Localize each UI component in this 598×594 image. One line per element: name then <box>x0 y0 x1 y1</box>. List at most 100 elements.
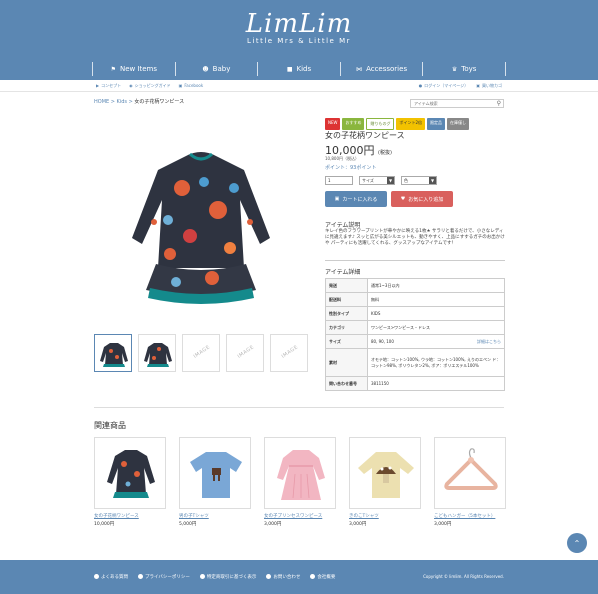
tag-icon: ⚑ <box>110 65 116 73</box>
table-row: 配送料 無料 <box>325 292 505 307</box>
gnav-label: Accessories <box>366 65 408 73</box>
size-select[interactable]: サイズ ▼ <box>359 176 395 185</box>
divider <box>325 260 505 261</box>
chevron-down-icon: ▼ <box>429 177 436 184</box>
cart-icon: ▣ <box>334 196 340 202</box>
user-icon: ● <box>418 83 423 88</box>
gnav-new-items[interactable]: ⚑ New Items <box>92 62 175 76</box>
related-name[interactable]: こどもハンガー（5本セット） <box>434 513 506 519</box>
size-detail-link[interactable]: 詳細はこちら <box>477 339 501 345</box>
footer-nav: よくある質問 プライバシーポリシー 特定商取引に基づく表示 お問い合わせ 会社概… <box>94 574 335 580</box>
search-input[interactable] <box>411 100 491 107</box>
main-product-image[interactable] <box>94 118 308 330</box>
site-logo[interactable]: LimLim Little Mrs & Little Mr <box>0 10 598 45</box>
badge-recommended: おすすめ <box>342 118 365 130</box>
related-price: 3,000円 <box>264 522 282 527</box>
footer-link-company[interactable]: 会社概要 <box>310 574 335 580</box>
related-name[interactable]: 女の子花柄ワンピース <box>94 513 166 519</box>
related-price: 3,000円 <box>434 522 452 527</box>
gnav-baby[interactable]: ☻ Baby <box>174 62 258 76</box>
bullet-icon <box>310 574 316 579</box>
related-item[interactable]: 女の子プリンセスワンピース 3,000円 <box>264 437 336 527</box>
footer-link-privacy[interactable]: プライバシーポリシー <box>138 574 190 580</box>
item-search: ⚲ <box>410 99 504 108</box>
badge-gift: 贈りものグ <box>366 118 395 130</box>
footer-link-legal[interactable]: 特定商取引に基づく表示 <box>199 574 256 580</box>
login-link[interactable]: ● ログイン（マイページ） <box>419 83 468 89</box>
related-item[interactable]: 男の子Tシャツ 5,000円 <box>179 437 251 527</box>
hanger-image <box>444 448 498 490</box>
related-image[interactable] <box>264 437 336 509</box>
tax-label: (税抜) <box>378 150 392 156</box>
add-to-cart-button[interactable]: ▣ カートに入れる <box>325 191 387 207</box>
quantity-input[interactable]: 1 <box>325 176 353 185</box>
related-image[interactable] <box>179 437 251 509</box>
footer-link-contact[interactable]: お問い合わせ <box>266 574 300 580</box>
badge-low-stock: 在庫僅し <box>447 118 470 130</box>
thumbnail-5[interactable]: IMAGE <box>270 334 308 372</box>
facebook-icon: ▣ <box>178 83 183 88</box>
facebook-link[interactable]: ▣ Facebook <box>179 83 204 89</box>
related-item[interactable]: 女の子花柄ワンピース 10,000円 <box>94 437 166 527</box>
princess-dress-image <box>277 450 325 500</box>
table-row: 問い合わせ番号 3811150 <box>325 376 505 391</box>
gnav-kids[interactable]: ■ Kids <box>257 62 340 76</box>
related-image[interactable] <box>94 437 166 509</box>
dress-thumb-icon <box>100 343 128 367</box>
breadcrumb-current: 女の子花柄ワンピース <box>134 99 185 105</box>
breadcrumb-kids[interactable]: Kids <box>117 99 127 105</box>
dress-image <box>107 450 155 498</box>
bow-icon: ⋈ <box>356 65 363 73</box>
guide-link[interactable]: ◉ ショッピングガイド <box>129 83 171 89</box>
gnav-toys[interactable]: ♛ Toys <box>422 62 506 76</box>
related-name[interactable]: きのこTシャツ <box>349 513 421 519</box>
badge-limited: 限定品 <box>427 118 446 130</box>
bullet-icon <box>199 574 205 579</box>
thumbnail-2[interactable] <box>138 334 176 372</box>
bullet-icon <box>266 574 272 579</box>
color-select[interactable]: 色 ▼ <box>401 176 437 185</box>
badge-new: NEW <box>325 118 341 130</box>
breadcrumb-home[interactable]: HOME <box>94 99 109 105</box>
shirt-icon: ■ <box>286 65 293 73</box>
back-to-top-button[interactable]: ⌃ <box>567 533 587 553</box>
bullet-icon <box>94 574 99 579</box>
related-name[interactable]: 男の子Tシャツ <box>179 513 251 519</box>
add-favorite-button[interactable]: ♥ お気に入り追加 <box>391 191 453 207</box>
cart-link[interactable]: ▣ 買い物カゴ <box>476 83 502 89</box>
breadcrumb: HOME > Kids > 女の子花柄ワンピース <box>94 99 185 105</box>
related-image[interactable] <box>434 437 506 509</box>
baby-icon: ☻ <box>202 65 209 73</box>
thumbnail-3[interactable]: IMAGE <box>182 334 220 372</box>
no-image-label: IMAGE <box>280 344 300 360</box>
description-heading: アイテム説明 <box>325 222 361 229</box>
global-nav: ⚑ New Items ☻ Baby ■ Kids ⋈ Accessories … <box>92 62 506 76</box>
bullet-icon <box>138 574 143 579</box>
related-image[interactable] <box>349 437 421 509</box>
logo-sub-text: Little Mrs & Little Mr <box>246 37 351 45</box>
concept-link[interactable]: ▶ コンセプト <box>96 83 121 89</box>
related-item[interactable]: こどもハンガー（5本セット） 3,000円 <box>434 437 506 527</box>
gnav-accessories[interactable]: ⋈ Accessories <box>339 62 423 76</box>
gnav-label: Toys <box>461 65 477 73</box>
thumbnail-4[interactable]: IMAGE <box>226 334 264 372</box>
no-image-label: IMAGE <box>236 344 256 360</box>
thumbnail-1[interactable] <box>94 334 132 372</box>
related-price: 3,000円 <box>349 522 367 527</box>
info-icon: ◉ <box>129 83 133 88</box>
related-name[interactable]: 女の子プリンセスワンピース <box>264 513 336 519</box>
dress-image <box>132 152 270 304</box>
thumbnail-strip: IMAGE IMAGE IMAGE <box>94 334 308 372</box>
gnav-label: Kids <box>296 65 312 73</box>
related-list: 女の子花柄ワンピース 10,000円 男の子Tシャツ 5,000円 女の子プリン… <box>94 437 506 527</box>
product-badges: NEW おすすめ 贈りものグ ポイント2倍 限定品 在庫僅し <box>325 118 470 130</box>
site-footer: よくある質問 プライバシーポリシー 特定商取引に基づく表示 お問い合わせ 会社概… <box>0 560 598 594</box>
product-points: ポイント：93ポイント <box>325 165 377 171</box>
footer-link-faq[interactable]: よくある質問 <box>94 574 128 580</box>
spec-table: 発送 通常1~3日以内 配送料 無料 性別タイプ KIDS カテゴリ ワンピース>ワンピ… <box>325 278 505 391</box>
copyright: Copyright © limlim. All Rights Reserved. <box>423 574 504 579</box>
search-icon[interactable]: ⚲ <box>497 100 501 107</box>
related-item[interactable]: きのこTシャツ 3,000円 <box>349 437 421 527</box>
related-price: 5,000円 <box>179 522 197 527</box>
section-divider <box>94 407 504 408</box>
